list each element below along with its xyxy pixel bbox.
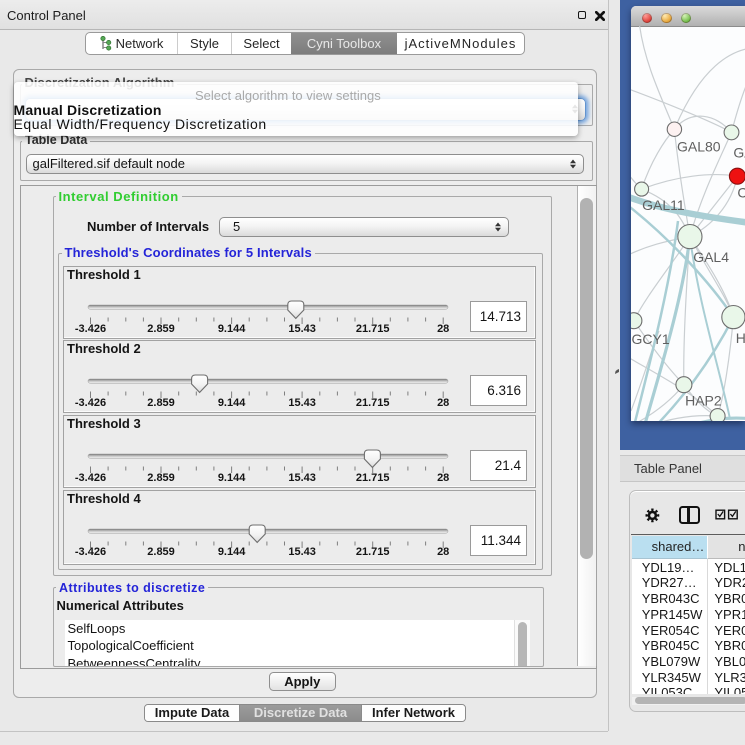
svg-text:HAP2: HAP2	[685, 393, 722, 409]
svg-text:CYC: CYC	[738, 185, 745, 201]
svg-text:GAL80: GAL80	[677, 139, 721, 155]
svg-text:GAL5: GAL5	[734, 145, 745, 161]
svg-text:GAL4: GAL4	[693, 249, 729, 265]
svg-text:GCY1: GCY1	[632, 331, 670, 347]
svg-text:HIS: HIS	[736, 330, 745, 346]
svg-text:GAL11: GAL11	[642, 197, 685, 213]
